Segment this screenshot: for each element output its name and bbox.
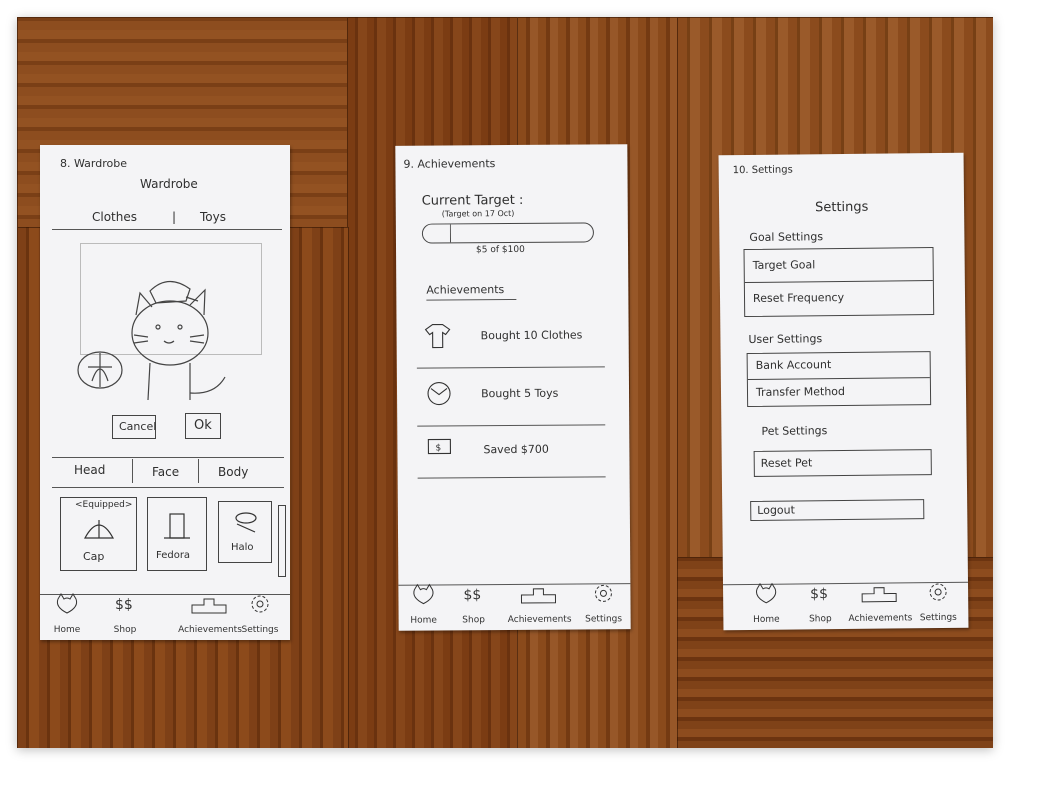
gear-icon [251,595,269,613]
cancel-button[interactable]: Cancel [112,415,156,439]
achievement-row: Bought 10 Clothes [397,316,629,369]
cat-icon [413,583,434,605]
section-title: Achievements [426,283,505,297]
photo: 8. Wardrobe Wardrobe Clothes | Toys Canc… [17,17,993,748]
reset-frequency-row[interactable]: Reset Frequency [745,281,933,315]
cat-icon [756,582,777,604]
item-fedora[interactable]: Fedora [147,497,207,571]
transfer-method-row[interactable]: Transfer Method [748,378,930,405]
svg-text:$$: $$ [115,597,133,613]
screen-number: 9. Achievements [403,157,496,171]
target-goal-row[interactable]: Target Goal [744,248,933,284]
nav-settings[interactable]: Settings [235,593,285,636]
bank-account-row[interactable]: Bank Account [747,352,930,381]
cap-icon [83,520,115,539]
bottom-nav: Home $$ Shop Achievements Settings [40,593,290,640]
halo-icon [235,512,257,533]
settings-sketch: 10. Settings Settings Goal Settings Targ… [718,152,969,631]
bottom-nav: Home $$ Shop Achievements Settings [398,582,631,631]
gear-icon [594,584,612,602]
nav-home[interactable]: Home [42,593,92,636]
dollar-icon: $$ [810,586,828,602]
ball-icon [427,381,451,406]
goal-settings-group: Target Goal Reset Frequency [743,247,935,318]
user-settings-label: User Settings [748,332,823,346]
svg-text:$$: $$ [463,587,481,603]
user-settings-group: Bank Account Transfer Method [746,351,932,408]
ok-button[interactable]: Ok [185,413,221,439]
scrollbar[interactable] [278,505,286,577]
pet-cat-drawing [77,280,226,401]
achievement-row: $ Saved $700 [397,430,629,482]
screen-number: 10. Settings [732,164,793,177]
nav-settings[interactable]: Settings [578,582,628,625]
nav-home[interactable]: Home [398,583,448,626]
progress-fill [422,224,452,243]
tab-head[interactable]: Head [74,463,105,477]
svg-text:$: $ [435,444,441,454]
equipped-label: <Equipped> [75,500,133,510]
reset-pet-button[interactable]: Reset Pet [753,449,932,477]
achievements-sketch: 9. Achievements Current Target : (Target… [395,144,631,631]
nav-settings[interactable]: Settings [913,581,963,625]
podium-icon [520,588,557,604]
screen-number: 8. Wardrobe [60,157,127,170]
achievement-row: Bought 5 Toys [397,372,629,427]
money-icon: $ [427,438,452,455]
gear-icon [929,583,947,601]
screen-title: Settings [814,199,869,216]
shirt-icon [424,323,451,349]
divider [52,229,282,230]
tab-face[interactable]: Face [152,465,179,479]
target-progress-bar [421,222,594,244]
wardrobe-sketch: 8. Wardrobe Wardrobe Clothes | Toys Canc… [40,145,290,640]
dollar-icon: $$ [115,597,133,613]
bottom-nav: Home $$ Shop Achievements Settings [723,581,969,631]
dollar-icon: $$ [463,587,481,603]
nav-achievements[interactable]: Achievements [847,581,913,625]
screen-title: Wardrobe [140,177,198,191]
tab-body[interactable]: Body [218,465,248,479]
nav-home[interactable]: Home [741,582,791,627]
progress-text: $5 of $100 [476,244,525,256]
target-date-note: (Target on 17 Oct) [441,208,515,219]
cat-icon [56,593,78,614]
current-target-label: Current Target : [421,192,524,209]
item-cap[interactable]: <Equipped> Cap [60,497,137,571]
svg-text:$$: $$ [810,586,828,602]
goal-settings-label: Goal Settings [749,230,824,244]
pet-settings-label: Pet Settings [761,424,828,438]
item-halo[interactable]: Halo [218,501,272,563]
nav-shop[interactable]: $$ Shop [100,593,150,636]
logout-button[interactable]: Logout [750,499,925,521]
nav-achievements[interactable]: Achievements [506,583,572,626]
podium-icon [861,587,897,603]
tab-clothes[interactable]: Clothes [92,210,137,224]
nav-shop[interactable]: $$ Shop [448,583,498,626]
fedora-icon [164,513,190,539]
tab-toys[interactable]: Toys [200,210,226,224]
nav-shop[interactable]: $$ Shop [795,582,845,626]
podium-icon [191,598,227,614]
